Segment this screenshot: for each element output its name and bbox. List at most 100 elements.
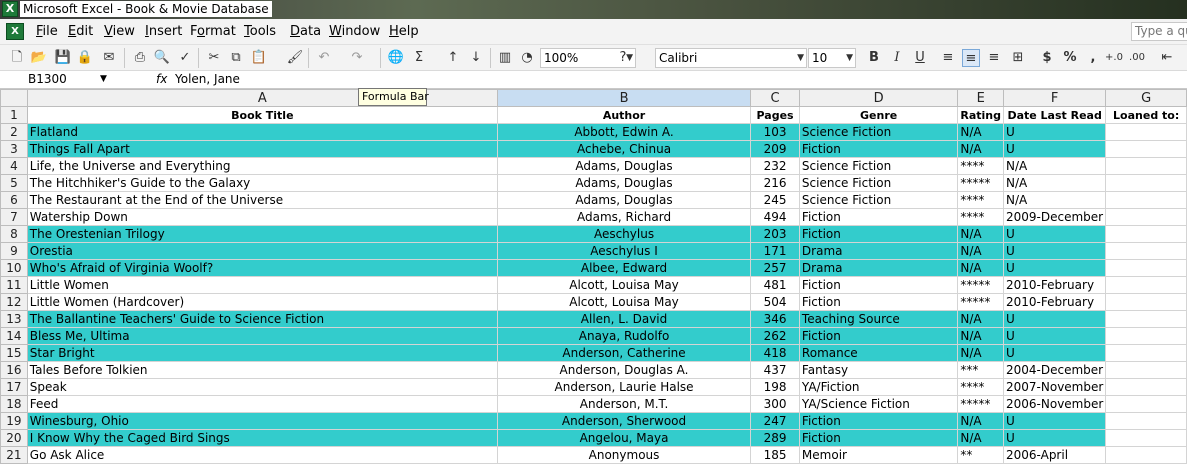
row-header[interactable]: 7 <box>0 208 28 226</box>
menu-window[interactable]: Window <box>329 24 380 39</box>
cell-rating[interactable]: N/A <box>957 123 1004 141</box>
cell-book-title[interactable]: Little Women (Hardcover) <box>26 293 498 311</box>
cell-book-title[interactable]: Tales Before Tolkien <box>26 361 498 379</box>
cell-date-last-read[interactable]: 2004-December <box>1002 361 1107 379</box>
row-header[interactable]: 20 <box>0 429 28 447</box>
cell-loaned-to[interactable] <box>1105 174 1187 192</box>
cell-book-title[interactable]: Winesburg, Ohio <box>26 412 498 430</box>
cell-rating[interactable]: N/A <box>957 412 1004 430</box>
cell-book-title[interactable]: Things Fall Apart <box>26 140 498 158</box>
cell-author[interactable]: Adams, Douglas <box>496 191 752 209</box>
cell-rating[interactable]: N/A <box>957 225 1004 243</box>
cell-loaned-to[interactable] <box>1105 208 1187 226</box>
cell-author[interactable]: Anderson, Douglas A. <box>496 361 752 379</box>
cell-date-last-read[interactable]: U <box>1002 140 1107 158</box>
cell-genre[interactable]: Fiction <box>798 276 959 294</box>
cell-author[interactable]: Albee, Edward <box>496 259 752 277</box>
help-icon[interactable]: ? <box>614 49 632 67</box>
menu-tools[interactable]: Tools <box>244 24 276 39</box>
cell-date-last-read[interactable]: U <box>1002 123 1107 141</box>
cell-genre[interactable]: Science Fiction <box>798 123 959 141</box>
cell-book-title[interactable]: Little Women <box>26 276 498 294</box>
menu-file[interactable]: File <box>36 24 58 39</box>
redo-icon[interactable]: ↷ <box>348 49 366 67</box>
row-header[interactable]: 9 <box>0 242 28 260</box>
cell-pages[interactable]: 203 <box>750 225 800 243</box>
cell-genre[interactable]: Fiction <box>798 293 959 311</box>
header-cell-loaned-to[interactable]: Loaned to: <box>1105 106 1187 124</box>
cell-author[interactable]: Anderson, Sherwood <box>496 412 752 430</box>
cell-date-last-read[interactable]: U <box>1002 225 1107 243</box>
row-header[interactable]: 5 <box>0 174 28 192</box>
align-right-icon[interactable]: ≡ <box>985 49 1003 67</box>
row-header[interactable]: 15 <box>0 344 28 362</box>
cell-pages[interactable]: 245 <box>750 191 800 209</box>
cell-genre[interactable]: Science Fiction <box>798 191 959 209</box>
menu-format[interactable]: Format <box>190 24 236 39</box>
cell-rating[interactable]: N/A <box>957 344 1004 362</box>
header-cell-author[interactable]: Author <box>496 106 752 124</box>
row-header[interactable]: 1 <box>0 106 28 124</box>
cell-pages[interactable]: 209 <box>750 140 800 158</box>
comma-button[interactable]: , <box>1084 49 1102 67</box>
cell-date-last-read[interactable]: U <box>1002 412 1107 430</box>
cell-pages[interactable]: 346 <box>750 310 800 328</box>
underline-button[interactable]: U <box>911 49 929 67</box>
column-header-d[interactable]: D <box>798 89 959 107</box>
row-header[interactable]: 8 <box>0 225 28 243</box>
cell-genre[interactable]: Drama <box>798 242 959 260</box>
menu-data[interactable]: Data <box>290 24 321 39</box>
cell-date-last-read[interactable]: N/A <box>1002 191 1107 209</box>
menu-insert[interactable]: Insert <box>145 24 182 39</box>
cell-pages[interactable]: 262 <box>750 327 800 345</box>
cell-genre[interactable]: Fiction <box>798 225 959 243</box>
column-header-e[interactable]: E <box>957 89 1004 107</box>
column-header-b[interactable]: B <box>496 89 752 107</box>
cell-date-last-read[interactable]: U <box>1002 429 1107 447</box>
cell-genre[interactable]: Fiction <box>798 327 959 345</box>
cell-book-title[interactable]: Life, the Universe and Everything <box>26 157 498 175</box>
row-header[interactable]: 21 <box>0 446 28 464</box>
function-icon[interactable]: fx <box>156 71 167 88</box>
cell-pages[interactable]: 247 <box>750 412 800 430</box>
workbook-icon[interactable]: X <box>6 23 24 40</box>
cell-book-title[interactable]: The Ballantine Teachers' Guide to Scienc… <box>26 310 498 328</box>
hyperlink-icon[interactable]: 🌐 <box>387 49 405 67</box>
cell-book-title[interactable]: The Restaurant at the End of the Univers… <box>26 191 498 209</box>
cell-genre[interactable]: Science Fiction <box>798 174 959 192</box>
row-header[interactable]: 12 <box>0 293 28 311</box>
cell-book-title[interactable]: Star Bright <box>26 344 498 362</box>
cell-author[interactable]: Allen, L. David <box>496 310 752 328</box>
cell-loaned-to[interactable] <box>1105 276 1187 294</box>
cell-rating[interactable]: N/A <box>957 327 1004 345</box>
cell-date-last-read[interactable]: 2007-November <box>1002 378 1107 396</box>
cell-pages[interactable]: 289 <box>750 429 800 447</box>
cell-pages[interactable]: 198 <box>750 378 800 396</box>
cell-date-last-read[interactable]: U <box>1002 259 1107 277</box>
cell-rating[interactable]: N/A <box>957 310 1004 328</box>
menu-view[interactable]: View <box>104 24 135 39</box>
decrease-decimal-icon[interactable]: .00 <box>1128 49 1146 67</box>
cell-genre[interactable]: Teaching Source <box>798 310 959 328</box>
print-preview-icon[interactable]: 🔍 <box>153 49 171 67</box>
cell-loaned-to[interactable] <box>1105 429 1187 447</box>
row-header[interactable]: 18 <box>0 395 28 413</box>
cell-genre[interactable]: Memoir <box>798 446 959 464</box>
row-header[interactable]: 16 <box>0 361 28 379</box>
cell-rating[interactable]: **** <box>957 191 1004 209</box>
cell-book-title[interactable]: Go Ask Alice <box>26 446 498 464</box>
increase-decimal-icon[interactable]: +.0 <box>1105 49 1123 67</box>
cell-loaned-to[interactable] <box>1105 412 1187 430</box>
cell-loaned-to[interactable] <box>1105 327 1187 345</box>
cell-loaned-to[interactable] <box>1105 293 1187 311</box>
paste-icon[interactable]: 📋 <box>250 49 268 67</box>
cell-pages[interactable]: 504 <box>750 293 800 311</box>
cell-genre[interactable]: Fiction <box>798 429 959 447</box>
cell-book-title[interactable]: The Hitchhiker's Guide to the Galaxy <box>26 174 498 192</box>
cell-date-last-read[interactable]: 2006-April <box>1002 446 1107 464</box>
cut-icon[interactable]: ✂ <box>205 49 223 67</box>
cell-loaned-to[interactable] <box>1105 395 1187 413</box>
cell-loaned-to[interactable] <box>1105 123 1187 141</box>
column-header-c[interactable]: C <box>750 89 800 107</box>
cell-pages[interactable]: 418 <box>750 344 800 362</box>
